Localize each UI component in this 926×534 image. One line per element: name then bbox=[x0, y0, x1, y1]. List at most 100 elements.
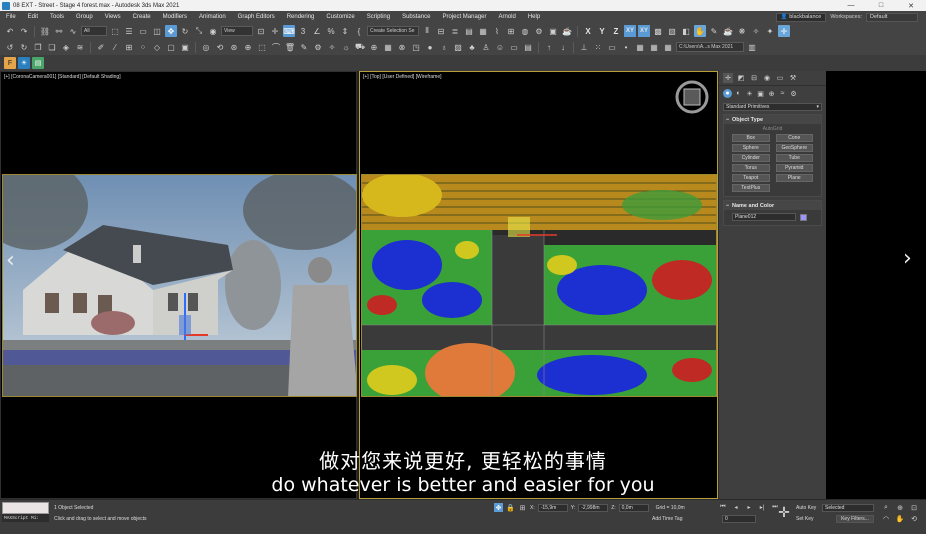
target-icon[interactable]: ⊗ bbox=[396, 41, 408, 53]
arrow-up-icon[interactable]: ↑ bbox=[543, 41, 555, 53]
settings-gear-icon[interactable]: ⚙ bbox=[312, 41, 324, 53]
user-account-button[interactable]: 👤 blackbalance bbox=[775, 12, 827, 22]
create-tab-icon[interactable]: ✛ bbox=[723, 73, 733, 83]
redo-icon[interactable]: ↷ bbox=[18, 25, 30, 37]
display-tab-icon[interactable]: ▭ bbox=[775, 73, 785, 83]
edit-named-selection-icon[interactable]: { bbox=[353, 25, 365, 37]
image-icon[interactable]: ▨ bbox=[452, 41, 464, 53]
spinner-snap-icon[interactable]: ⇕ bbox=[339, 25, 351, 37]
geometry-icon[interactable]: ● bbox=[723, 89, 732, 98]
dots-grid-icon[interactable]: ⁙ bbox=[592, 41, 604, 53]
film-icon[interactable]: ▤ bbox=[522, 41, 534, 53]
viewcube-icon[interactable] bbox=[675, 80, 709, 114]
lights-icon[interactable]: ☀ bbox=[745, 89, 754, 98]
schematic-view-icon[interactable]: ⊞ bbox=[505, 25, 517, 37]
teapot-button[interactable]: Teapot bbox=[732, 174, 770, 182]
auto-key-button[interactable]: Auto Key bbox=[796, 505, 816, 511]
grid-icon[interactable]: ▦ bbox=[382, 41, 394, 53]
torus-button[interactable]: Torus bbox=[732, 164, 770, 172]
square-grid3-icon[interactable]: ▦ bbox=[662, 41, 674, 53]
reference-coord-dropdown[interactable]: View bbox=[221, 26, 253, 36]
minimize-button[interactable]: — bbox=[836, 0, 866, 11]
previous-frame-icon[interactable]: ◂ bbox=[731, 503, 741, 512]
square-grid-icon[interactable]: ▦ bbox=[634, 41, 646, 53]
primitive-category-dropdown[interactable]: Standard Primitives ▾ bbox=[723, 103, 822, 111]
menu-tools[interactable]: Tools bbox=[44, 14, 70, 20]
rendered-frame-icon[interactable]: ▣ bbox=[547, 25, 559, 37]
bind-spacewarp-icon[interactable]: ∿ bbox=[67, 25, 79, 37]
chevron-right-icon[interactable]: › bbox=[903, 246, 912, 271]
copy-icon[interactable]: ❐ bbox=[32, 41, 44, 53]
select-move-icon[interactable]: ✥ bbox=[165, 25, 177, 37]
y-coordinate-field[interactable]: -2,998m bbox=[578, 503, 609, 512]
tools-icon[interactable]: ✛ bbox=[778, 25, 790, 37]
dots-icon[interactable]: ⁘ bbox=[137, 41, 149, 53]
menu-project-manager[interactable]: Project Manager bbox=[436, 14, 492, 20]
frame-icon[interactable]: ▣ bbox=[179, 41, 191, 53]
project-path-dropdown[interactable]: C:\Users\A...s Max 2021 bbox=[676, 42, 744, 52]
curve-editor-icon[interactable]: ⌇ bbox=[491, 25, 503, 37]
rect-selection-icon[interactable]: ▭ bbox=[137, 25, 149, 37]
axis-xy-cycle-button[interactable]: XY bbox=[638, 25, 650, 37]
maxscript-mini-listener[interactable]: MAXScript Mi: bbox=[2, 514, 49, 522]
top-viewport-label[interactable]: [+] [Top] [User Defined] [Wireframe] bbox=[363, 74, 442, 80]
menu-file[interactable]: File bbox=[0, 14, 22, 20]
shapes-icon[interactable]: ◐ bbox=[734, 89, 743, 98]
menu-customize[interactable]: Customize bbox=[320, 14, 360, 20]
hierarchy-tab-icon[interactable]: ⊟ bbox=[749, 73, 759, 83]
align-icon[interactable]: ⊟ bbox=[435, 25, 447, 37]
undo-icon[interactable]: ↶ bbox=[4, 25, 16, 37]
menu-animation[interactable]: Animation bbox=[193, 14, 232, 20]
reset-circle-icon[interactable]: ⊛ bbox=[228, 41, 240, 53]
menu-substance[interactable]: Substance bbox=[396, 14, 436, 20]
unlink-icon[interactable]: ⚯ bbox=[53, 25, 65, 37]
angle-snap-icon[interactable]: ∠ bbox=[311, 25, 323, 37]
set-key-icon[interactable]: ✛ bbox=[776, 504, 792, 520]
field-of-view-icon[interactable]: ◠ bbox=[880, 514, 892, 523]
material-editor-icon[interactable]: ◍ bbox=[519, 25, 531, 37]
paste-icon[interactable]: ❏ bbox=[46, 41, 58, 53]
go-to-start-icon[interactable]: ⏮ bbox=[718, 503, 728, 512]
scene-explorer-icon[interactable]: ≣ bbox=[449, 25, 461, 37]
maximize-button[interactable]: □ bbox=[866, 0, 896, 11]
fs-icon[interactable]: F bbox=[4, 57, 16, 69]
box-outline-icon[interactable]: ⬚ bbox=[256, 41, 268, 53]
motion-tab-icon[interactable]: ◉ bbox=[762, 73, 772, 83]
select-place-icon[interactable]: ◉ bbox=[207, 25, 219, 37]
camera-viewport-label[interactable]: [+] [CoronaCamera001] [Standard] [Defaul… bbox=[4, 74, 121, 80]
car-icon[interactable]: ⛟ bbox=[354, 41, 366, 53]
layer-explorer-icon[interactable]: ▤ bbox=[463, 25, 475, 37]
named-selection-dropdown[interactable]: Create Selection Se bbox=[367, 26, 419, 36]
stack-icon[interactable]: ≋ bbox=[74, 41, 86, 53]
square-grid2-icon[interactable]: ▦ bbox=[648, 41, 660, 53]
pin-icon[interactable]: ⊥ bbox=[578, 41, 590, 53]
box-icon[interactable]: ▢ bbox=[165, 41, 177, 53]
object-name-input[interactable]: Plane012 bbox=[732, 213, 796, 221]
lightbulb-icon[interactable]: ☼ bbox=[340, 41, 352, 53]
lock-selection-icon[interactable]: 🔒 bbox=[506, 503, 515, 512]
absolute-mode-icon[interactable]: ⊞ bbox=[518, 503, 527, 512]
cylinder-button[interactable]: Cylinder bbox=[732, 154, 770, 162]
link-icon[interactable]: ⛓ bbox=[39, 25, 51, 37]
key-set-dropdown[interactable]: Selected bbox=[822, 504, 874, 512]
keyboard-shortcut-icon[interactable]: ⌨ bbox=[283, 25, 295, 37]
cameras-icon[interactable]: ▣ bbox=[756, 89, 765, 98]
brush-icon[interactable]: ✎ bbox=[708, 25, 720, 37]
percent-snap-icon[interactable]: % bbox=[325, 25, 337, 37]
current-frame-field[interactable]: 0 bbox=[722, 515, 756, 523]
z-coordinate-field[interactable]: 0,0m bbox=[618, 503, 649, 512]
mirror-icon[interactable]: ⫴ bbox=[421, 25, 433, 37]
helpers-icon[interactable]: ⊕ bbox=[767, 89, 776, 98]
key-filters-button[interactable]: Key Filters... bbox=[836, 515, 874, 523]
select-manipulate-icon[interactable]: ✛ bbox=[269, 25, 281, 37]
scatter-icon[interactable]: ❋ bbox=[736, 25, 748, 37]
axis-z-button[interactable]: Z bbox=[610, 25, 622, 37]
close-button[interactable]: ✕ bbox=[896, 0, 926, 11]
select-scale-icon[interactable]: ⤡ bbox=[193, 25, 205, 37]
paint-roller-icon[interactable]: ⌒ bbox=[270, 41, 282, 53]
corona-interactive-icon[interactable]: ◧ bbox=[680, 25, 692, 37]
corona-render-icon[interactable]: ▩ bbox=[652, 25, 664, 37]
menu-graph-editors[interactable]: Graph Editors bbox=[232, 14, 281, 20]
plane-icon[interactable]: ◇ bbox=[151, 41, 163, 53]
map-icon[interactable]: ▤ bbox=[32, 57, 44, 69]
